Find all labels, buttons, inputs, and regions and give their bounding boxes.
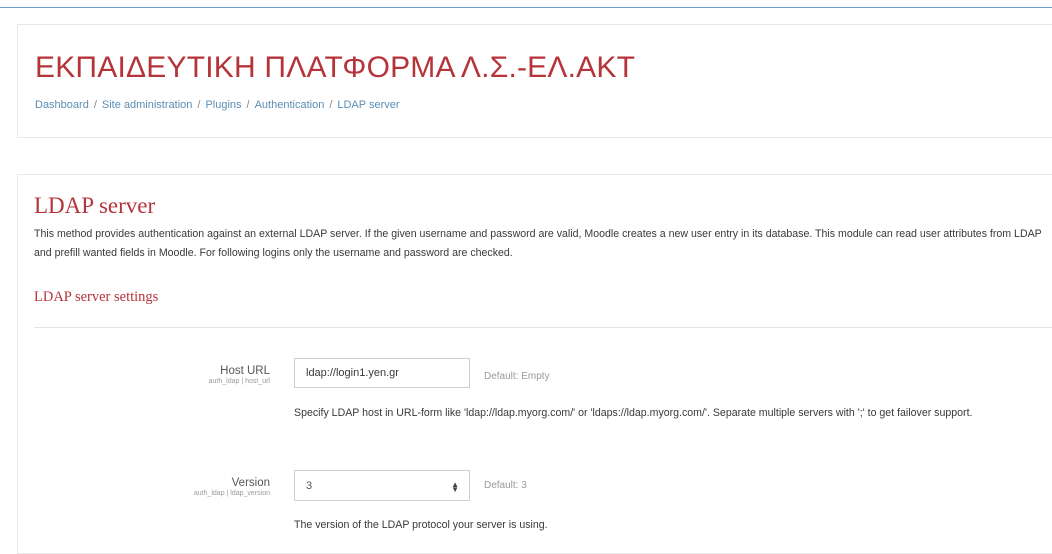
version-select[interactable]: 3 ▲ ▼ — [294, 470, 470, 501]
breadcrumb-plugins[interactable]: Plugins — [205, 99, 241, 111]
version-select-value: 3 — [306, 480, 313, 492]
host-url-help: Specify LDAP host in URL-form like 'ldap… — [294, 407, 973, 419]
section-heading[interactable]: LDAP server settings — [34, 289, 158, 306]
breadcrumb-separator: / — [93, 99, 97, 111]
breadcrumb-ldap-server[interactable]: LDAP server — [337, 99, 399, 111]
section-divider — [34, 327, 1052, 328]
page-header: ΕΚΠΑΙΔΕΥΤΙΚΗ ΠΛΑΤΦΟΡΜΑ Λ.Σ.-ΕΛ.ΑΚΤ Dashb… — [17, 24, 1052, 138]
version-help: The version of the LDAP protocol your se… — [294, 519, 548, 531]
version-default: Default: 3 — [484, 480, 527, 491]
settings-card: LDAP server This method provides authent… — [17, 174, 1052, 554]
version-label: Version auth_ldap | ldap_version — [194, 477, 270, 497]
host-url-label-text: Host URL — [220, 365, 270, 377]
version-setting-key: auth_ldap | ldap_version — [193, 490, 270, 497]
breadcrumb: Dashboard / Site administration / Plugins / Au… — [35, 99, 400, 111]
host-url-default: Default: Empty — [484, 371, 550, 382]
breadcrumb-separator: / — [246, 99, 250, 111]
host-url-label: Host URL auth_ldap | host_url — [209, 365, 270, 385]
select-arrows-icon: ▲ ▼ — [451, 480, 459, 494]
breadcrumb-separator: / — [329, 99, 333, 111]
site-title: ΕΚΠΑΙΔΕΥΤΙΚΗ ΠΛΑΤΦΟΡΜΑ Λ.Σ.-ΕΛ.ΑΚΤ — [35, 51, 636, 84]
breadcrumb-site-administration[interactable]: Site administration — [102, 99, 193, 111]
breadcrumb-dashboard[interactable]: Dashboard — [35, 99, 89, 111]
host-url-setting-key: auth_ldap | host_url — [208, 378, 270, 385]
version-label-text: Version — [231, 477, 270, 489]
host-url-input[interactable] — [294, 358, 470, 388]
top-border-line — [0, 7, 1052, 8]
breadcrumb-authentication[interactable]: Authentication — [255, 99, 325, 111]
page-title: LDAP server — [34, 193, 156, 218]
breadcrumb-separator: / — [197, 99, 201, 111]
plugin-description: This method provides authentication agai… — [34, 228, 1042, 259]
